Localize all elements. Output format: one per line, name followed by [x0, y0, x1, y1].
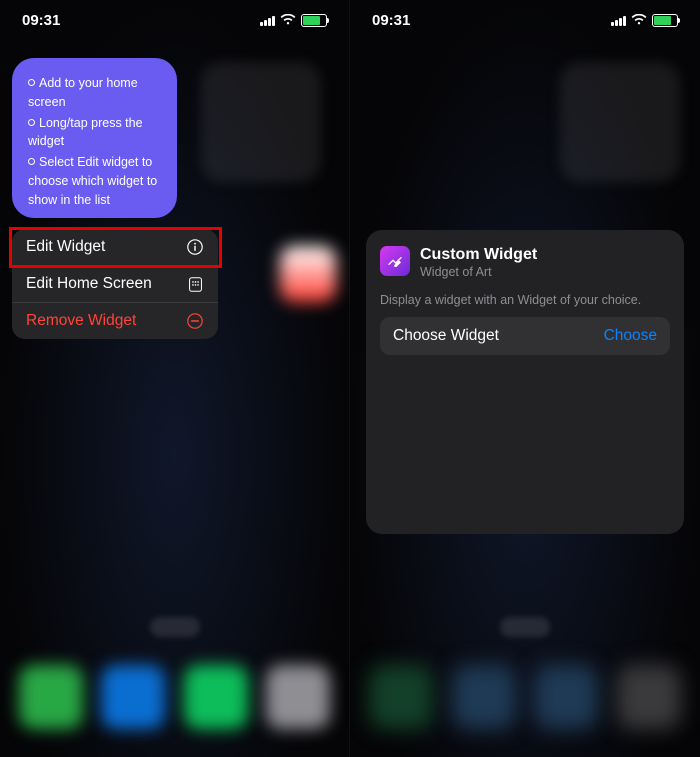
signal-icon [611, 15, 626, 26]
status-bar: 09:31 [0, 0, 349, 40]
app-icon [380, 246, 410, 276]
edit-home-screen-item[interactable]: Edit Home Screen [12, 266, 218, 303]
dock-app-icon[interactable] [19, 665, 83, 729]
dock-app-icon[interactable] [266, 665, 330, 729]
dock-app-icon[interactable] [617, 665, 681, 729]
dock [0, 649, 349, 745]
choose-button[interactable]: Choose [604, 327, 657, 345]
battery-icon [652, 14, 678, 27]
remove-icon [186, 312, 204, 330]
tip-item: Add to your home screen [28, 74, 161, 112]
widget-context-menu: Edit Widget Edit Home Screen Remove Widg… [12, 229, 218, 339]
status-right [260, 14, 327, 27]
menu-label: Remove Widget [26, 312, 136, 330]
background-widget-placeholder [560, 62, 680, 182]
dock [350, 649, 700, 745]
instruction-widget[interactable]: Add to your home screen Long/tap press t… [12, 58, 177, 218]
widget-config-sheet: Custom Widget Widget of Art Display a wi… [366, 230, 684, 534]
wifi-icon [280, 14, 296, 26]
screen-right: 09:31 Custom Widget Widget of Art Displa… [350, 0, 700, 757]
choose-widget-row[interactable]: Choose Widget Choose [380, 317, 670, 355]
battery-icon [301, 14, 327, 27]
config-subtitle: Widget of Art [420, 265, 537, 279]
tip-item: Select Edit widget to choose which widge… [28, 153, 161, 209]
wifi-icon [631, 14, 647, 26]
apps-icon [186, 275, 204, 293]
background-widget-placeholder [201, 62, 321, 182]
status-right [611, 14, 678, 27]
page-indicator [500, 617, 550, 637]
remove-widget-item[interactable]: Remove Widget [12, 303, 218, 339]
config-header: Custom Widget Widget of Art [380, 246, 670, 279]
menu-label: Edit Widget [26, 238, 105, 256]
status-time: 09:31 [372, 12, 410, 29]
row-label: Choose Widget [393, 327, 499, 345]
edit-widget-item[interactable]: Edit Widget [12, 229, 218, 266]
dock-app-icon[interactable] [369, 665, 433, 729]
menu-label: Edit Home Screen [26, 275, 152, 293]
signal-icon [260, 15, 275, 26]
tip-item: Long/tap press the widget [28, 114, 161, 152]
screen-left: 09:31 Add to your home screen Long/tap p… [0, 0, 350, 757]
config-title: Custom Widget [420, 246, 537, 264]
background-app-icon [280, 246, 336, 302]
config-description: Display a widget with an Widget of your … [380, 293, 670, 307]
status-time: 09:31 [22, 12, 60, 29]
dock-app-icon[interactable] [184, 665, 248, 729]
dock-app-icon[interactable] [452, 665, 516, 729]
dock-app-icon[interactable] [534, 665, 598, 729]
dock-app-icon[interactable] [101, 665, 165, 729]
page-indicator [150, 617, 200, 637]
status-bar: 09:31 [350, 0, 700, 40]
info-icon [186, 238, 204, 256]
